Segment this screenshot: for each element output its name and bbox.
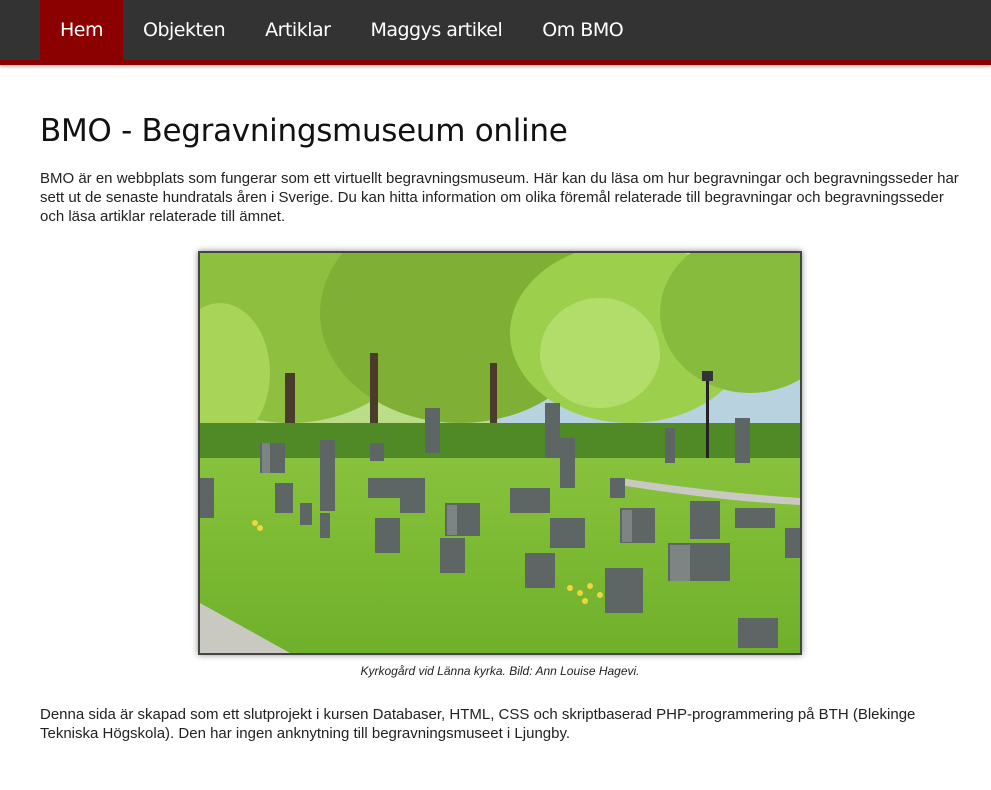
cemetery-photo [198,251,802,655]
intro-paragraph: BMO är en webbplats som fungerar som ett… [40,170,959,225]
nav-item-artiklar[interactable]: Artiklar [245,0,350,60]
figure: Kyrkogård vid Länna kyrka. Bild: Ann Lou… [40,251,960,678]
nav-item-maggys-artikel[interactable]: Maggys artikel [350,0,522,60]
nav-item-objekten[interactable]: Objekten [123,0,245,60]
nav-item-hem[interactable]: Hem [40,0,123,60]
nav-menu: Hem Objekten Artiklar Maggys artikel Om … [40,0,643,60]
top-navbar: Hem Objekten Artiklar Maggys artikel Om … [0,0,991,65]
footer-paragraph: Denna sida är skapad som ett slutprojekt… [40,706,916,742]
main-content: BMO - Begravningsmuseum online BMO är en… [40,65,960,743]
page-title: BMO - Begravningsmuseum online [40,113,568,149]
image-caption: Kyrkogård vid Länna kyrka. Bild: Ann Lou… [360,664,640,678]
nav-item-om-bmo[interactable]: Om BMO [522,0,643,60]
